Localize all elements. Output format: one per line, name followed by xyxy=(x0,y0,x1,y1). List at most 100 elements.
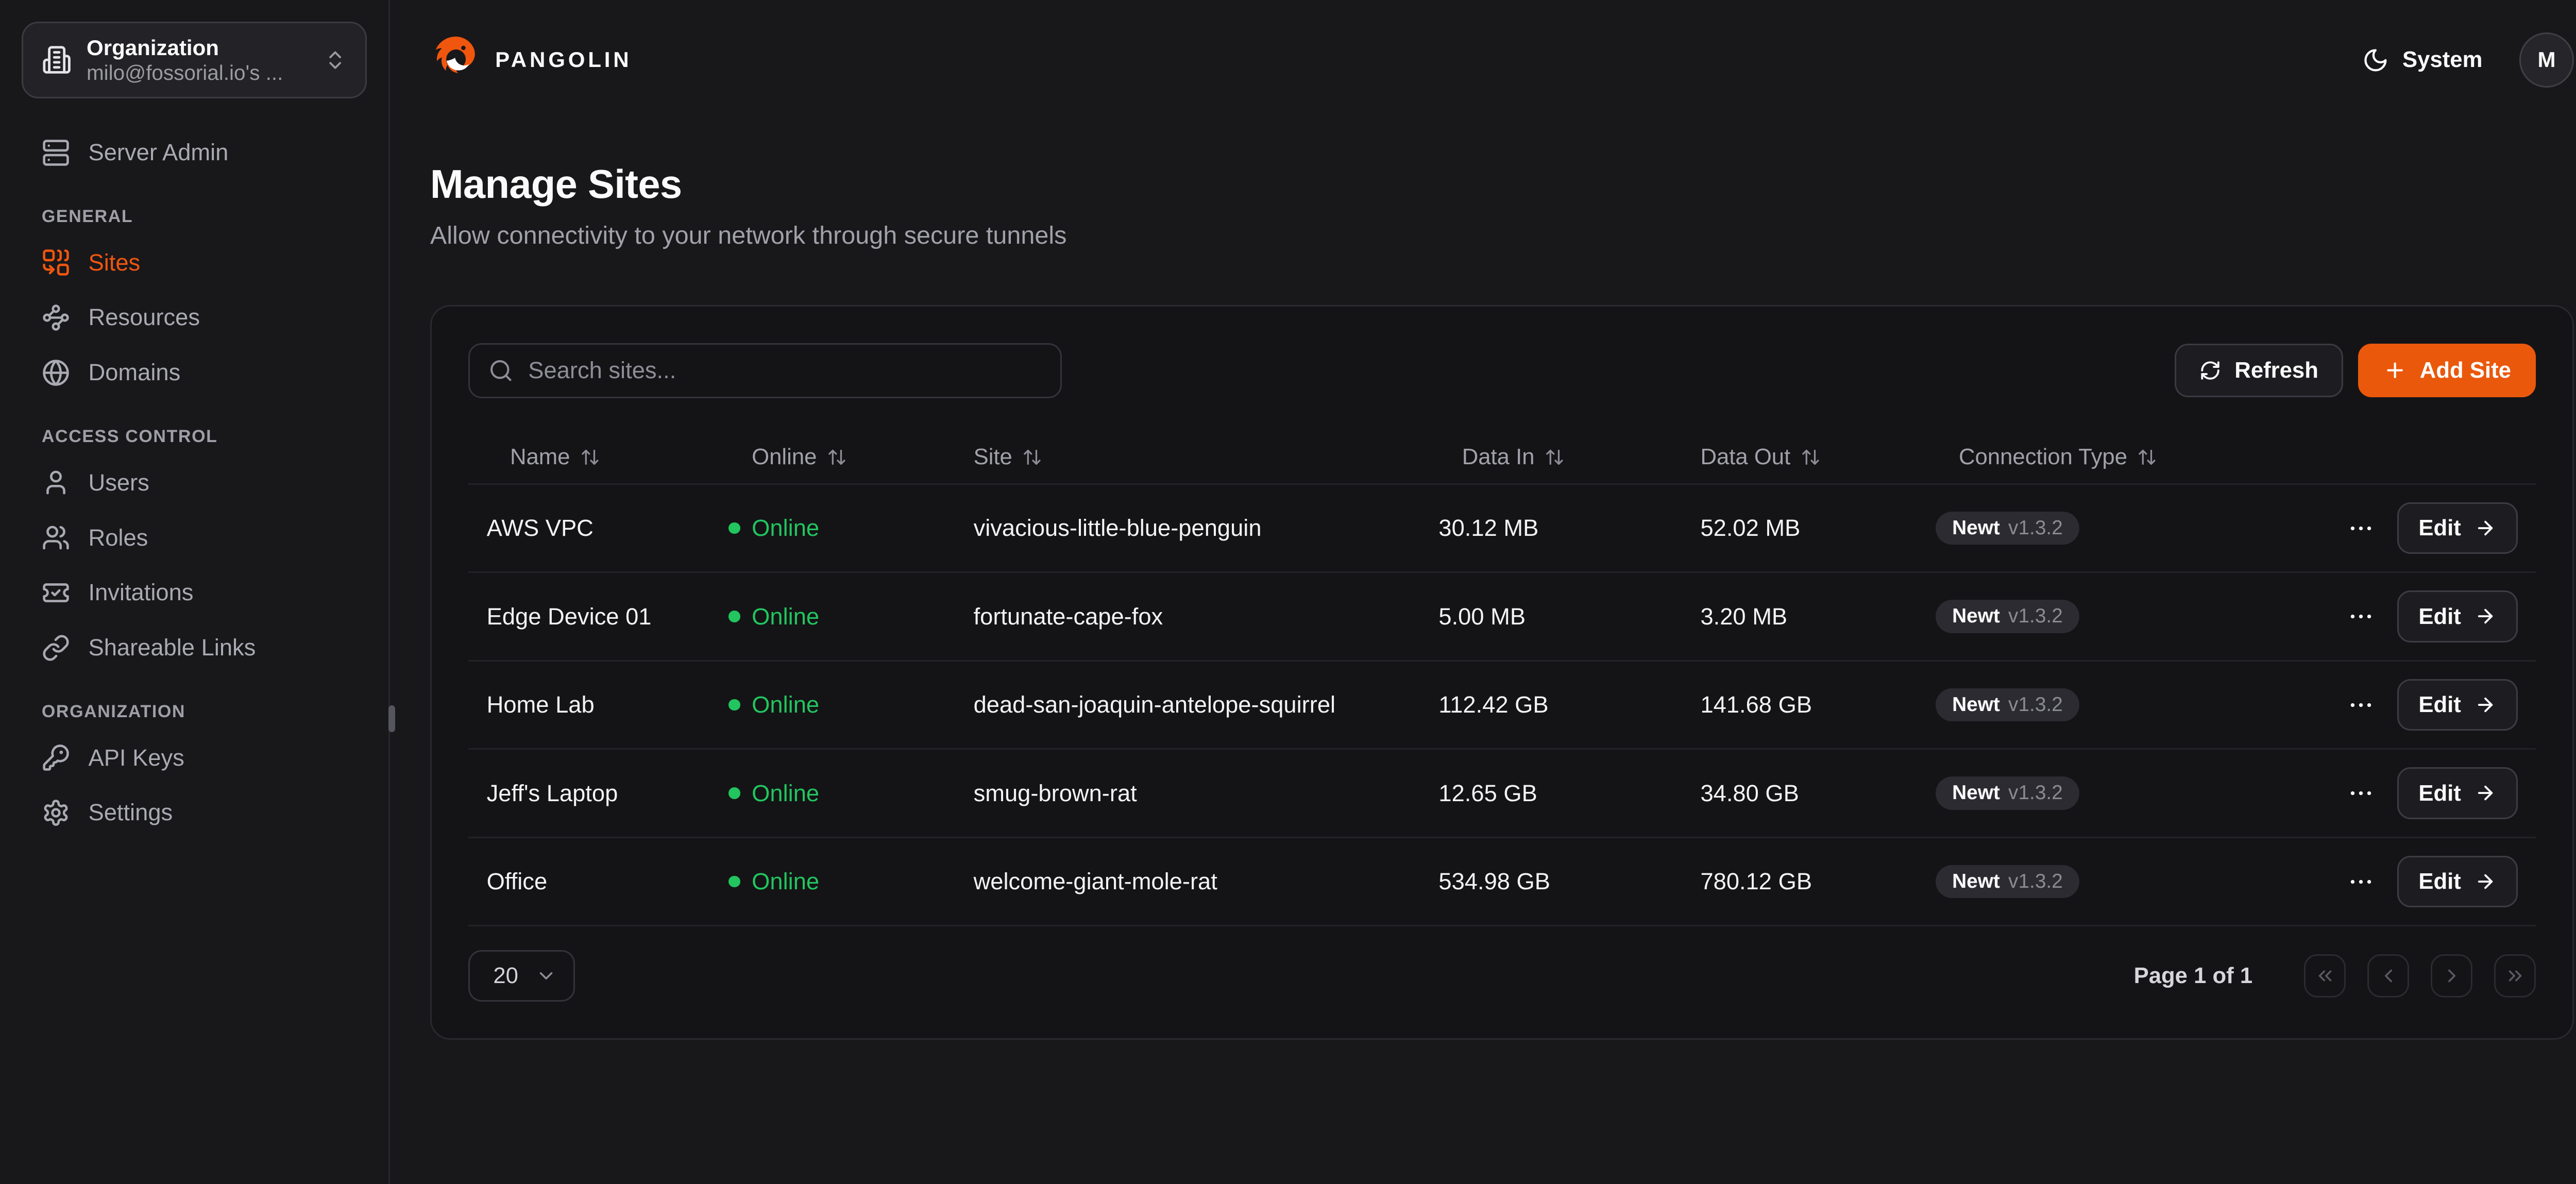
page-size-select[interactable]: 20 xyxy=(468,950,575,1002)
arrow-right-icon xyxy=(2475,517,2496,539)
sidebar-item-api-keys[interactable]: API Keys xyxy=(22,730,367,785)
next-page-button[interactable] xyxy=(2431,954,2472,997)
cell-actions: Edit xyxy=(2299,502,2536,554)
brand-logo: PANGOLIN xyxy=(430,35,632,85)
online-status: Online xyxy=(752,515,819,542)
first-page-button[interactable] xyxy=(2304,954,2346,997)
cell-data-in: 5.00 MB xyxy=(1420,603,1682,630)
globe-icon xyxy=(42,359,70,387)
sidebar-item-users[interactable]: Users xyxy=(22,455,367,511)
page-subtitle: Allow connectivity to your network throu… xyxy=(430,221,2574,250)
cell-site: fortunate-cape-fox xyxy=(955,603,1420,630)
cell-connection-type: Newt v1.3.2 xyxy=(1917,776,2299,810)
sites-table: Name Online Site Data In xyxy=(468,431,2536,926)
cell-data-in: 112.42 GB xyxy=(1420,691,1682,718)
sidebar-item-roles[interactable]: Roles xyxy=(22,510,367,565)
cell-site: smug-brown-rat xyxy=(955,780,1420,807)
sidebar-section-organization: ORGANIZATION xyxy=(22,702,367,722)
table-row: AWS VPC Online vivacious-little-blue-pen… xyxy=(468,485,2536,573)
online-dot-icon xyxy=(728,787,740,799)
edit-button[interactable]: Edit xyxy=(2397,502,2518,554)
row-menu-button[interactable] xyxy=(2347,514,2375,543)
cell-actions: Edit xyxy=(2299,679,2536,731)
search-icon xyxy=(488,358,514,383)
sidebar-item-resources[interactable]: Resources xyxy=(22,290,367,345)
column-header-connection-type[interactable]: Connection Type xyxy=(1917,444,2299,470)
org-switcher[interactable]: Organization milo@fossorial.io's ... xyxy=(22,22,367,98)
online-dot-icon xyxy=(728,876,740,888)
column-header-site[interactable]: Site xyxy=(955,444,1420,470)
chevrons-left-icon xyxy=(2314,965,2336,987)
table-row: Jeff's Laptop Online smug-brown-rat 12.6… xyxy=(468,750,2536,838)
ellipsis-icon xyxy=(2347,691,2375,719)
row-menu-button[interactable] xyxy=(2347,779,2375,807)
row-menu-button[interactable] xyxy=(2347,868,2375,896)
org-switcher-value: milo@fossorial.io's ... xyxy=(87,62,283,83)
sidebar-resize-handle[interactable] xyxy=(388,705,395,732)
waypoints-icon xyxy=(42,303,70,332)
brand-name: PANGOLIN xyxy=(495,47,632,72)
server-icon xyxy=(42,139,70,167)
refresh-button[interactable]: Refresh xyxy=(2175,344,2343,397)
sidebar-item-invitations[interactable]: Invitations xyxy=(22,565,367,620)
cell-site: dead-san-joaquin-antelope-squirrel xyxy=(955,691,1420,718)
column-header-data-out[interactable]: Data Out xyxy=(1682,444,1917,470)
sidebar-item-settings[interactable]: Settings xyxy=(22,785,367,840)
sidebar-item-label: Roles xyxy=(88,524,148,552)
sidebar-item-label: API Keys xyxy=(88,744,184,772)
last-page-button[interactable] xyxy=(2494,954,2536,997)
column-header-name[interactable]: Name xyxy=(468,444,710,470)
link-icon xyxy=(42,634,70,662)
arrow-right-icon xyxy=(2475,782,2496,804)
edit-button[interactable]: Edit xyxy=(2397,590,2518,642)
sidebar: Organization milo@fossorial.io's ... Ser… xyxy=(0,0,390,1184)
building-icon xyxy=(42,45,72,75)
row-menu-button[interactable] xyxy=(2347,602,2375,631)
refresh-label: Refresh xyxy=(2234,358,2318,383)
sidebar-item-label: Invitations xyxy=(88,579,193,606)
sidebar-item-domains[interactable]: Domains xyxy=(22,345,367,400)
page-content: Manage Sites Allow connectivity to your … xyxy=(390,120,2576,1040)
cell-data-out: 141.68 GB xyxy=(1682,691,1917,718)
chevrons-up-down-icon xyxy=(324,48,347,72)
online-status: Online xyxy=(752,603,819,630)
sidebar-item-label: Domains xyxy=(88,359,180,386)
page-status: Page 1 of 1 xyxy=(2134,963,2253,989)
cell-online: Online xyxy=(710,780,955,807)
prev-page-button[interactable] xyxy=(2367,954,2409,997)
cell-online: Online xyxy=(710,691,955,718)
sidebar-item-sites[interactable]: Sites xyxy=(22,235,367,290)
column-header-online[interactable]: Online xyxy=(710,444,955,470)
arrow-right-icon xyxy=(2475,694,2496,716)
sidebar-item-shareable-links[interactable]: Shareable Links xyxy=(22,620,367,675)
column-header-data-in[interactable]: Data In xyxy=(1420,444,1682,470)
cell-online: Online xyxy=(710,515,955,542)
cell-online: Online xyxy=(710,868,955,895)
cell-name: Edge Device 01 xyxy=(468,603,710,630)
sidebar-section-general: GENERAL xyxy=(22,207,367,227)
cell-actions: Edit xyxy=(2299,856,2536,907)
add-site-button[interactable]: Add Site xyxy=(2358,344,2536,397)
connection-badge: Newt v1.3.2 xyxy=(1936,600,2079,633)
pangolin-logo-icon xyxy=(430,35,480,85)
online-status: Online xyxy=(752,780,819,807)
avatar[interactable]: M xyxy=(2519,32,2574,88)
sites-toolbar: Refresh Add Site xyxy=(468,343,2536,398)
plus-icon xyxy=(2383,359,2406,382)
connection-badge: Newt v1.3.2 xyxy=(1936,688,2079,722)
online-dot-icon xyxy=(728,522,740,534)
edit-button[interactable]: Edit xyxy=(2397,856,2518,907)
search-input[interactable] xyxy=(528,357,1042,384)
arrow-right-icon xyxy=(2475,605,2496,627)
edit-button[interactable]: Edit xyxy=(2397,679,2518,731)
sidebar-item-server-admin[interactable]: Server Admin xyxy=(22,125,367,180)
edit-button[interactable]: Edit xyxy=(2397,767,2518,819)
connection-badge: Newt v1.3.2 xyxy=(1936,776,2079,810)
theme-toggle-button[interactable]: System xyxy=(2362,47,2482,74)
table-footer: 20 Page 1 of 1 xyxy=(468,950,2536,1002)
ellipsis-icon xyxy=(2347,868,2375,896)
row-menu-button[interactable] xyxy=(2347,691,2375,719)
cell-actions: Edit xyxy=(2299,767,2536,819)
search-box[interactable] xyxy=(468,343,1062,398)
chevrons-right-icon xyxy=(2504,965,2526,987)
